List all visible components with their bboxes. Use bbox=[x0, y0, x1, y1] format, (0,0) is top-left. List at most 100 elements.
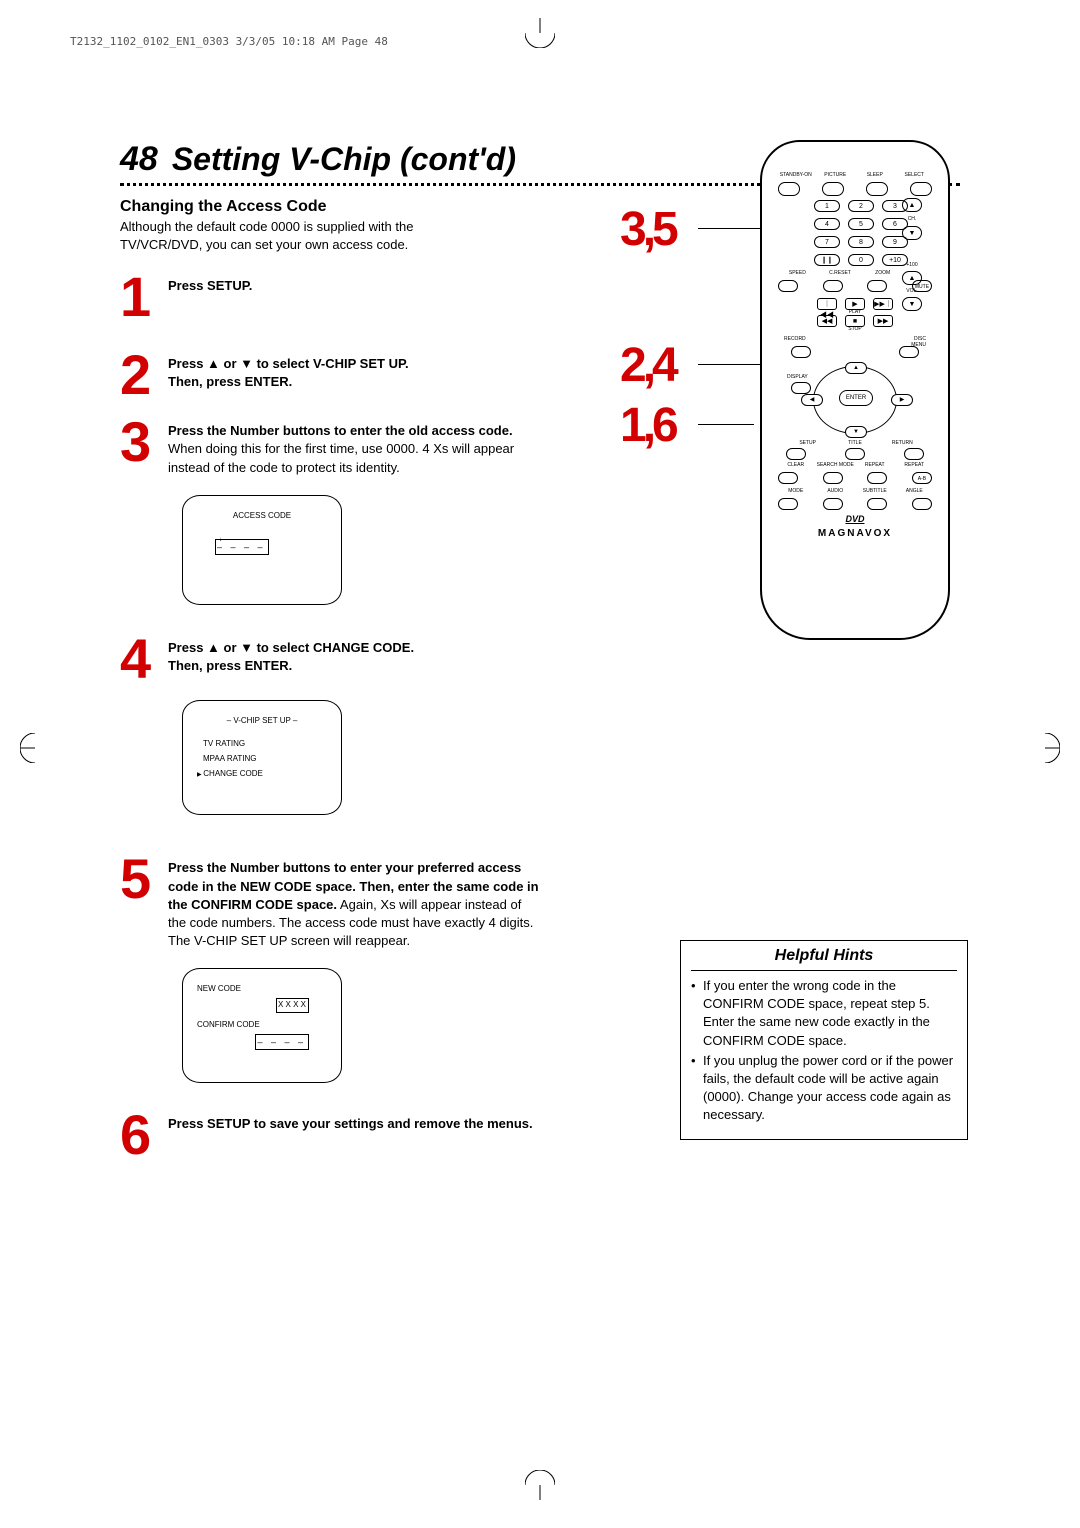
remote-label-audio: AUDIO bbox=[816, 488, 856, 494]
remote-btn-return bbox=[904, 448, 924, 460]
remote-btn-display bbox=[791, 382, 811, 394]
remote-btn-next: ▶▶｜ bbox=[873, 298, 893, 310]
osd-menu-change-code: CHANGE CODE bbox=[197, 768, 327, 781]
remote-btn-speed bbox=[778, 280, 798, 292]
remote-btn-right: ▶ bbox=[891, 394, 913, 406]
remote-btn-subtitle bbox=[867, 498, 887, 510]
remote-btn-audio bbox=[823, 498, 843, 510]
remote-btn-2: 2 bbox=[848, 200, 874, 212]
remote-btn-mode bbox=[778, 498, 798, 510]
remote-btn-ff: ▶▶ bbox=[873, 315, 893, 327]
remote-callout-24: 2,4 bbox=[620, 338, 675, 393]
osd-title: – V-CHIP SET UP – bbox=[197, 715, 327, 728]
crop-mark-left bbox=[20, 733, 50, 763]
remote-label-creset: C.RESET bbox=[819, 270, 862, 276]
step-6: 6 Press SETUP to save your settings and … bbox=[120, 1111, 540, 1159]
remote-btn-5: 5 bbox=[848, 218, 874, 230]
remote-label-vol: VOL. bbox=[906, 288, 917, 294]
remote-body: STANDBY-ON PICTURE SLEEP SELECT 1 2 3 4 … bbox=[760, 140, 950, 640]
remote-btn-ch-up: ▲ bbox=[902, 198, 922, 212]
remote-label-angle: ANGLE bbox=[895, 488, 935, 494]
osd-confirm-code-field: – – – – bbox=[255, 1034, 309, 1050]
osd-code-field: ↓ – – – – bbox=[215, 539, 269, 556]
remote-btn-clear bbox=[778, 472, 798, 484]
remote-dvd-logo: DVD bbox=[776, 514, 934, 524]
step-number: 4 bbox=[120, 635, 168, 683]
remote-btn-0: 0 bbox=[848, 254, 874, 266]
remote-btn-down: ▼ bbox=[845, 426, 867, 438]
remote-btn-pause: ❙❙ bbox=[814, 254, 840, 266]
remote-btn-angle bbox=[912, 498, 932, 510]
chapter-title: Setting V-Chip (cont'd) bbox=[172, 141, 516, 178]
remote-btn-creset bbox=[823, 280, 843, 292]
remote-label-searchmode: SEARCH MODE bbox=[816, 462, 856, 468]
step-3: 3 Press the Number buttons to enter the … bbox=[120, 418, 540, 477]
helpful-hints-title: Helpful Hints bbox=[691, 947, 957, 971]
callout-line bbox=[698, 424, 754, 425]
osd-screen-access-code: ACCESS CODE ↓ – – – – bbox=[182, 495, 342, 605]
step-6-text: Press SETUP to save your settings and re… bbox=[168, 1116, 533, 1131]
callout-line bbox=[698, 228, 764, 229]
step-number: 3 bbox=[120, 418, 168, 477]
remote-callout-16: 1,6 bbox=[620, 398, 675, 453]
remote-label-repeat2: REPEAT bbox=[895, 462, 935, 468]
remote-btn-up: ▲ bbox=[845, 362, 867, 374]
remote-btn-title bbox=[845, 448, 865, 460]
remote-label-speed: SPEED bbox=[776, 270, 819, 276]
remote-label-subtitle: SUBTITLE bbox=[855, 488, 895, 494]
step-5-tail: The V-CHIP SET UP screen will reappear. bbox=[168, 933, 410, 948]
step-2: 2 Press ▲ or ▼ to select V-CHIP SET UP. … bbox=[120, 351, 540, 399]
remote-btn-repeat bbox=[867, 472, 887, 484]
remote-label-setup: SETUP bbox=[784, 440, 831, 446]
step-3-rest: When doing this for the first time, use … bbox=[168, 441, 514, 474]
step-number: 1 bbox=[120, 273, 168, 321]
step-1-text: Press SETUP. bbox=[168, 278, 252, 293]
remote-label-display: DISPLAY bbox=[787, 374, 808, 380]
hint-item-1: If you enter the wrong code in the CONFI… bbox=[691, 977, 957, 1050]
remote-label-clear: CLEAR bbox=[776, 462, 816, 468]
step-2-line1: Press ▲ or ▼ to select V-CHIP SET UP. bbox=[168, 356, 409, 371]
osd-menu-mpaa-rating: MPAA RATING bbox=[203, 753, 327, 766]
remote-label-sleep: SLEEP bbox=[855, 172, 895, 178]
remote-btn-sleep bbox=[866, 182, 888, 196]
osd-screen-new-code: NEW CODE X X X X CONFIRM CODE – – – – bbox=[182, 968, 342, 1083]
remote-transport: ｜◀◀ ▶ ▶▶｜ PLAY ◀◀ ■ ▶▶ STOP bbox=[795, 298, 915, 332]
remote-dpad: ▲ ▼ ◀ ▶ ENTER DISPLAY bbox=[795, 344, 915, 436]
osd-title: ACCESS CODE bbox=[197, 510, 327, 523]
remote-btn-standby bbox=[778, 182, 800, 196]
osd-menu-tv-rating: TV RATING bbox=[203, 738, 327, 751]
crop-mark-top bbox=[525, 18, 555, 48]
remote-btn-7: 7 bbox=[814, 236, 840, 248]
remote-btn-record bbox=[791, 346, 811, 358]
remote-label-ch: CH. bbox=[908, 216, 917, 222]
remote-btn-enter: ENTER bbox=[839, 390, 873, 406]
intro-text: Although the default code 0000 is suppli… bbox=[120, 218, 480, 253]
crop-mark-right bbox=[1030, 733, 1060, 763]
step-4-line1: Press ▲ or ▼ to select CHANGE CODE. bbox=[168, 640, 414, 655]
osd-screen-vchip-setup: – V-CHIP SET UP – TV RATING MPAA RATING … bbox=[182, 700, 342, 815]
remote-label-picture: PICTURE bbox=[816, 172, 856, 178]
helpful-hints-box: Helpful Hints If you enter the wrong cod… bbox=[680, 940, 968, 1140]
remote-label-stop: STOP bbox=[795, 326, 915, 332]
remote-btn-searchmode bbox=[823, 472, 843, 484]
remote-btn-left: ◀ bbox=[801, 394, 823, 406]
hint-item-2: If you unplug the power cord or if the p… bbox=[691, 1052, 957, 1125]
remote-btn-disc-menu bbox=[899, 346, 919, 358]
remote-btn-vol-down: ▼ bbox=[902, 297, 922, 311]
remote-brand: MAGNAVOX bbox=[776, 528, 934, 539]
remote-label-standby: STANDBY-ON bbox=[776, 172, 816, 178]
remote-btn-4: 4 bbox=[814, 218, 840, 230]
remote-btn-prev: ｜◀◀ bbox=[817, 298, 837, 310]
remote-btn-1: 1 bbox=[814, 200, 840, 212]
print-header-strip: T2132_1102_0102_EN1_0303 3/3/05 10:18 AM… bbox=[70, 35, 388, 48]
step-3-bold: Press the Number buttons to enter the ol… bbox=[168, 423, 513, 438]
remote-label-plus100: +100 bbox=[906, 262, 917, 268]
step-1: 1 Press SETUP. bbox=[120, 273, 540, 321]
remote-callout-35: 3,5 bbox=[620, 202, 675, 257]
remote-btn-ab: A-B bbox=[912, 472, 932, 484]
page-number: 48 bbox=[120, 140, 158, 179]
step-2-line2: Then, press ENTER. bbox=[168, 374, 292, 389]
step-number: 2 bbox=[120, 351, 168, 399]
remote-label-return: RETURN bbox=[879, 440, 926, 446]
osd-new-code-field: X X X X bbox=[276, 998, 309, 1013]
